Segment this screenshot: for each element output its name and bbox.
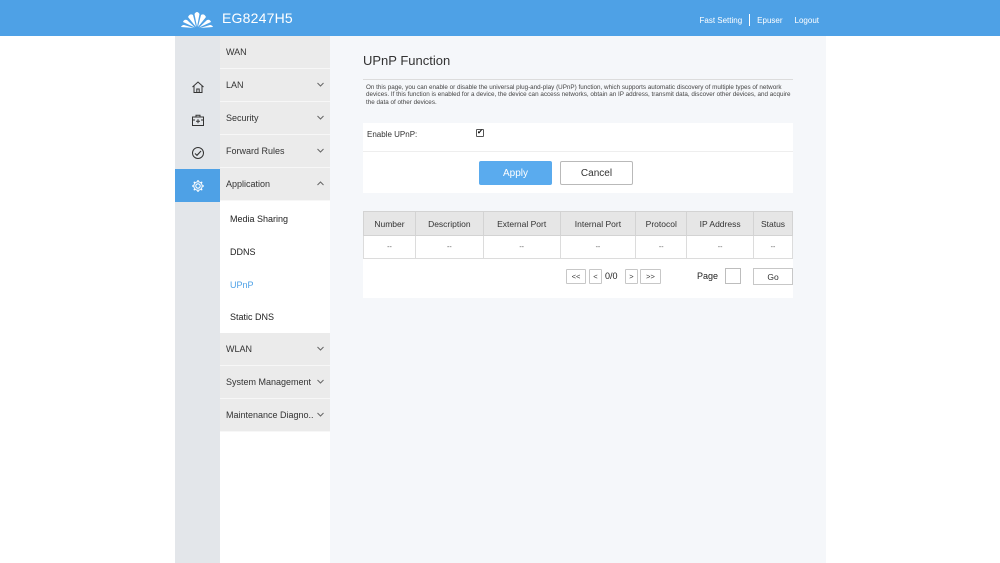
menu-item-label: System Management: [226, 377, 312, 387]
fast-setting-link[interactable]: Fast Setting: [699, 16, 742, 25]
status-nav-button[interactable]: [175, 136, 220, 169]
submenu-item-label: UPnP: [230, 279, 254, 290]
top-links: Fast Setting Epuser Logout: [699, 14, 819, 26]
menu-item-label: LAN: [226, 80, 244, 90]
gear-icon: [191, 179, 204, 192]
home-nav-button[interactable]: [175, 70, 220, 103]
chevron-up-icon: [317, 181, 324, 186]
menu-item-wlan[interactable]: WLAN: [220, 333, 330, 366]
submenu-item-label: Static DNS: [230, 311, 275, 322]
logout-link[interactable]: Logout: [795, 16, 819, 25]
divider: [749, 14, 751, 26]
submenu-item-upnp[interactable]: UPnP: [220, 268, 330, 301]
menu-item-maintenance[interactable]: Maintenance Diagno..: [220, 399, 330, 432]
content-area: [330, 36, 826, 563]
menu-item-application[interactable]: Application: [220, 168, 330, 201]
chevron-down-icon: [317, 115, 324, 120]
column-header: Protocol: [635, 211, 688, 236]
submenu-item-media-sharing[interactable]: Media Sharing: [220, 202, 330, 235]
top-bar: EG8247H5 Fast Setting Epuser Logout: [0, 0, 1000, 36]
last-page-button[interactable]: >>: [640, 269, 661, 284]
chevron-down-icon: [317, 346, 324, 351]
first-page-button[interactable]: <<: [566, 269, 586, 284]
column-header: External Port: [482, 211, 561, 236]
page-number-input[interactable]: [725, 268, 741, 284]
menu-item-label: WAN: [226, 47, 247, 57]
speedometer-icon: [191, 146, 204, 159]
table-header-row: Number Description External Port Interna…: [363, 211, 793, 236]
cancel-button[interactable]: Cancel: [560, 161, 633, 185]
settings-menu: WAN LAN Security Forward Rules Applicati…: [220, 36, 330, 563]
table-cell: --: [635, 235, 688, 259]
next-page-button[interactable]: >: [625, 269, 638, 284]
enable-upnp-label: Enable UPnP:: [367, 130, 418, 139]
go-button[interactable]: Go: [753, 268, 793, 285]
previous-page-button[interactable]: <: [589, 269, 602, 284]
menu-item-label: Forward Rules: [226, 146, 285, 156]
menu-item-system-management[interactable]: System Management: [220, 366, 330, 399]
title-divider: [363, 79, 793, 80]
enable-upnp-checkbox[interactable]: ✔: [476, 129, 484, 137]
menu-item-forward-rules[interactable]: Forward Rules: [220, 135, 330, 168]
chevron-down-icon: [317, 379, 324, 384]
table-cell: --: [363, 235, 416, 259]
column-header: Number: [363, 211, 416, 236]
menu-item-label: Security: [226, 113, 259, 123]
column-header: Internal Port: [559, 211, 637, 236]
menu-item-label: WLAN: [226, 344, 253, 354]
page-description: On this page, you can enable or disable …: [366, 84, 791, 106]
user-link[interactable]: Epuser: [757, 16, 782, 25]
device-model-title: EG8247H5: [222, 10, 293, 26]
huawei-logo-icon: [181, 12, 213, 28]
submenu-item-label: DDNS: [230, 246, 256, 257]
menu-item-lan[interactable]: LAN: [220, 69, 330, 102]
table-cell: --: [753, 235, 793, 259]
table-row: -- -- -- -- -- -- --: [363, 235, 793, 259]
menu-item-label: Maintenance Diagno..: [226, 410, 314, 420]
table-cell: --: [482, 235, 561, 259]
home-icon: [191, 80, 204, 93]
menu-item-wan[interactable]: WAN: [220, 36, 330, 69]
column-header: Description: [414, 211, 484, 236]
submenu-item-static-dns[interactable]: Static DNS: [220, 300, 330, 333]
chevron-down-icon: [317, 148, 324, 153]
menu-item-label: Application: [226, 179, 271, 189]
column-header: Status: [753, 211, 793, 236]
chevron-down-icon: [317, 412, 324, 417]
chevron-down-icon: [317, 82, 324, 87]
submenu-item-ddns[interactable]: DDNS: [220, 235, 330, 268]
toolbox-icon: [191, 114, 204, 126]
page-label: Page: [697, 271, 719, 281]
submenu-item-label: Media Sharing: [230, 213, 289, 224]
upnp-table: Number Description External Port Interna…: [363, 211, 793, 259]
icon-sidebar: [175, 36, 226, 563]
table-cell: --: [559, 235, 637, 259]
toolbox-nav-button[interactable]: [175, 103, 220, 136]
apply-button[interactable]: Apply: [479, 161, 552, 185]
table-cell: --: [414, 235, 484, 259]
settings-nav-button[interactable]: [175, 169, 226, 202]
table-cell: --: [686, 235, 755, 259]
panel-divider: [363, 151, 793, 152]
page-title: UPnP Function: [363, 53, 451, 68]
page-info: 0/0: [605, 271, 618, 281]
column-header: IP Address: [686, 211, 755, 236]
menu-item-security[interactable]: Security: [220, 102, 330, 135]
